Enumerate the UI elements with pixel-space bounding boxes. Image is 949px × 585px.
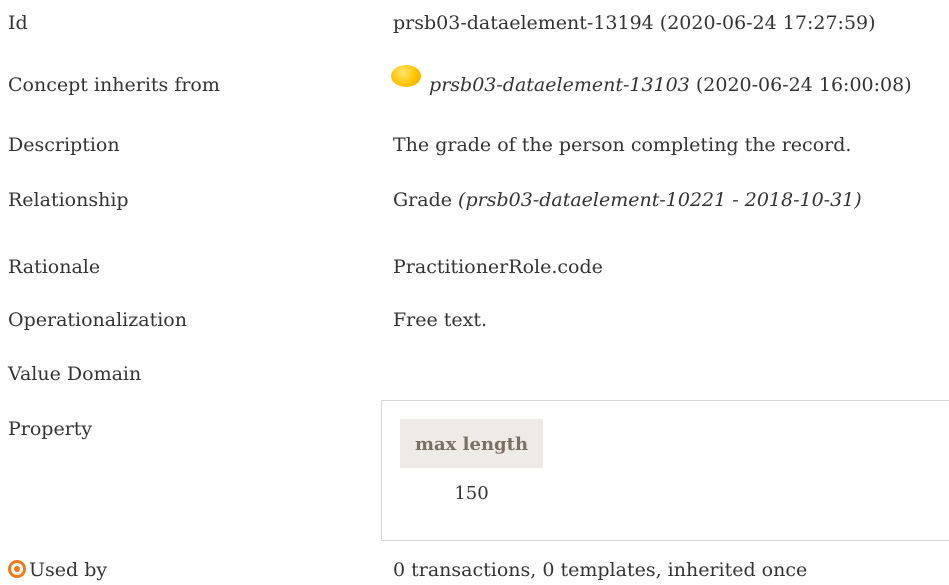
property-table: max length 150 [381, 400, 949, 541]
description-value: The grade of the person completing the r… [393, 134, 852, 156]
row-id: Id prsb03-dataelement-13194 (2020-06-24 … [8, 8, 949, 38]
value-domain-label: Value Domain [8, 363, 142, 385]
relationship-label: Relationship [8, 189, 129, 211]
used-by-value: 0 transactions, 0 templates, inherited o… [393, 559, 808, 581]
operationalization-label: Operationalization [8, 309, 187, 331]
row-rationale: Rationale PractitionerRole.code [8, 252, 949, 282]
row-used-by: Used by 0 transactions, 0 templates, inh… [8, 555, 949, 585]
property-label: Property [8, 418, 93, 440]
inherits-link[interactable]: prsb03-dataelement-13103 [429, 74, 690, 96]
relationship-name: Grade [393, 189, 452, 211]
operationalization-value: Free text. [393, 309, 488, 331]
inherits-label: Concept inherits from [8, 74, 220, 96]
description-label: Description [8, 134, 120, 156]
relationship-value: Grade (prsb03-dataelement-10221 - 2018-1… [393, 185, 862, 215]
row-value-domain: Value Domain [8, 359, 949, 389]
max-length-header: max length [400, 419, 543, 468]
yellow-ball-icon [391, 65, 421, 87]
inherits-date: (2020-06-24 16:00:08) [695, 74, 912, 96]
used-by-label: Used by [29, 559, 108, 581]
id-label: Id [8, 12, 28, 34]
row-inherits: Concept inherits from prsb03-dataelement… [8, 65, 949, 100]
target-icon [8, 560, 26, 578]
rationale-value: PractitionerRole.code [393, 256, 603, 278]
used-by-label-wrap: Used by [8, 555, 107, 585]
row-operationalization: Operationalization Free text. [8, 305, 949, 335]
row-description: Description The grade of the person comp… [8, 130, 949, 160]
relationship-ref[interactable]: (prsb03-dataelement-10221 - 2018-10-31) [458, 189, 862, 211]
max-length-value: 150 [454, 483, 489, 504]
inherits-value: prsb03-dataelement-13103 (2020-06-24 16:… [391, 65, 912, 100]
id-value: prsb03-dataelement-13194 (2020-06-24 17:… [393, 12, 876, 34]
rationale-label: Rationale [8, 256, 101, 278]
row-relationship: Relationship Grade (prsb03-dataelement-1… [8, 185, 949, 215]
